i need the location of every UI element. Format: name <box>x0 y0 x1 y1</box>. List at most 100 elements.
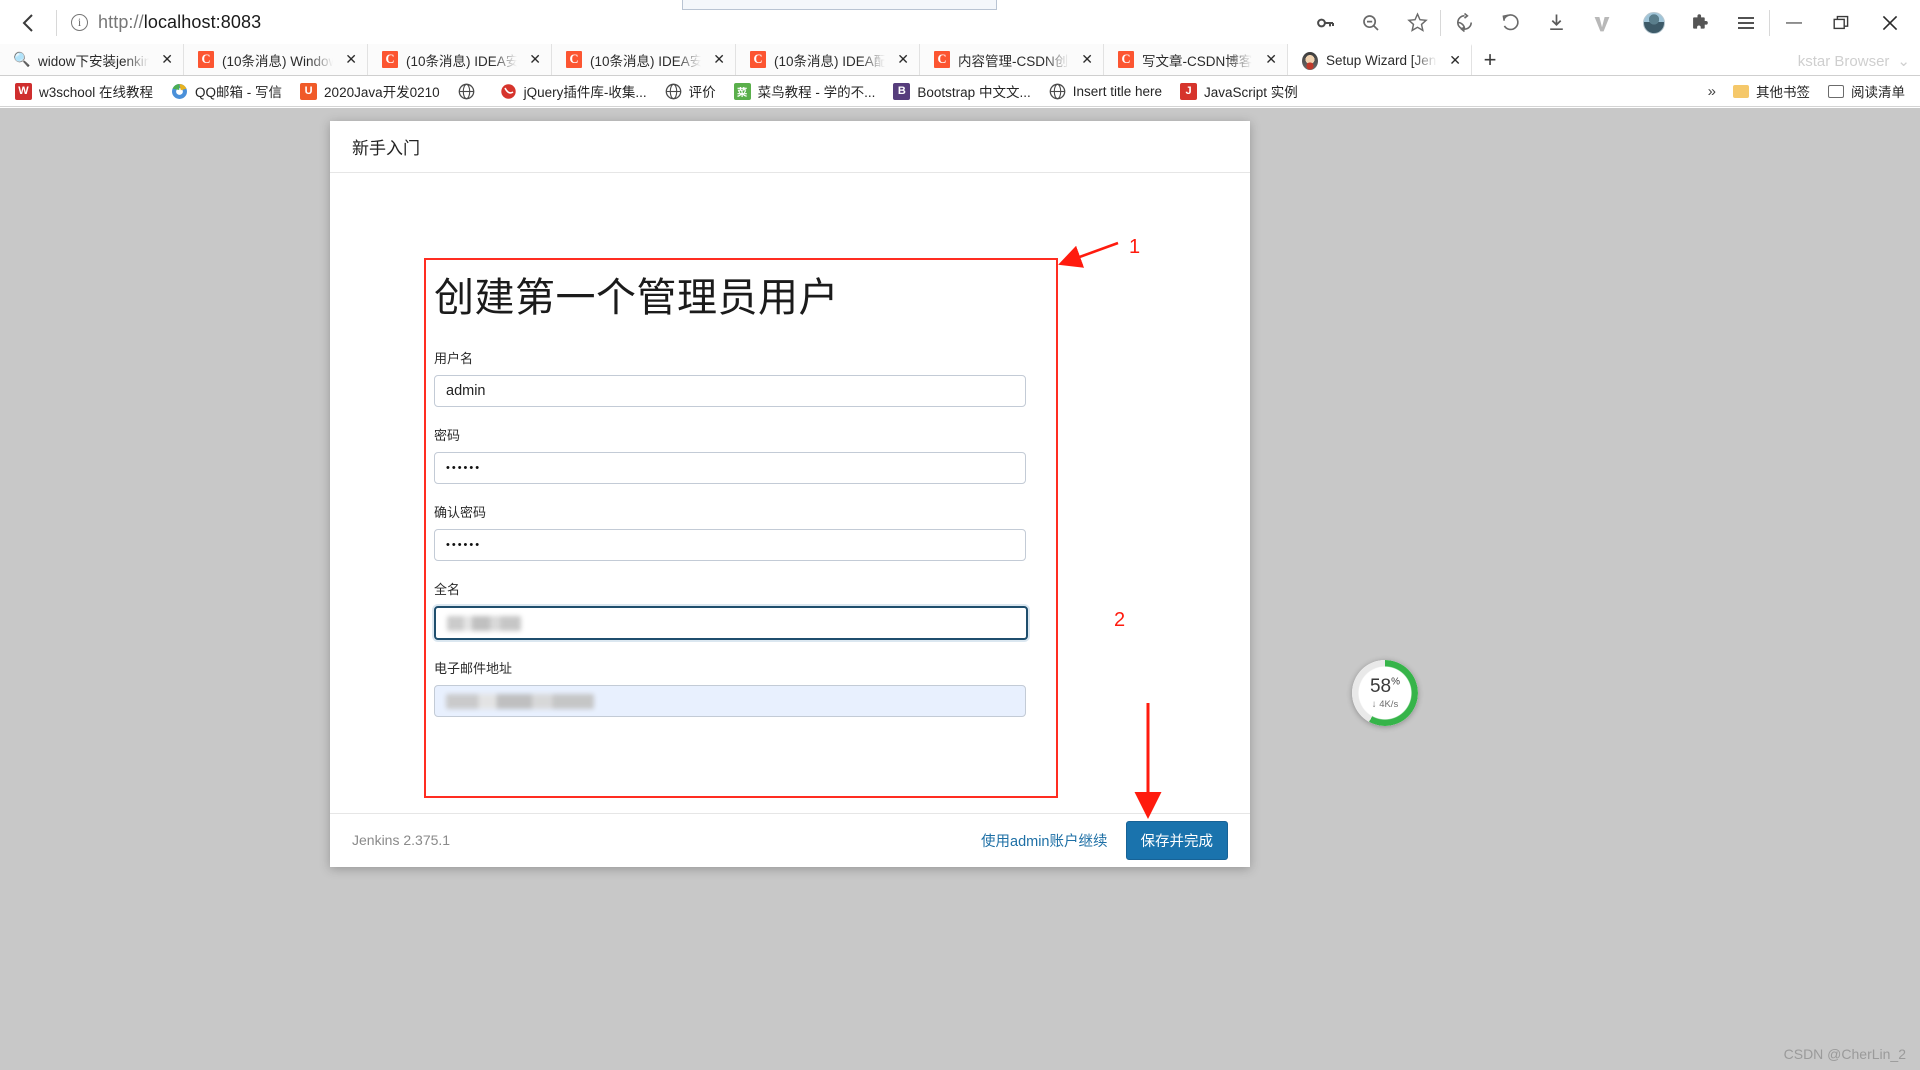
redacted-fullname-value <box>447 615 521 631</box>
email-input[interactable] <box>434 685 1026 717</box>
bookmark-label: 2020Java开发0210 <box>324 85 440 100</box>
tab-close-icon[interactable]: ✕ <box>1261 51 1277 68</box>
tab-close-icon[interactable]: ✕ <box>341 51 357 68</box>
csdn-watermark: CSDN @CherLin_2 <box>1783 1046 1906 1062</box>
jenkins-icon <box>1302 51 1318 70</box>
password-input[interactable]: •••••• <box>434 452 1026 484</box>
browser-tab-8-active[interactable]: Setup Wizard [Jenkins] ✕ <box>1288 44 1472 75</box>
field-label: 密码 <box>434 428 461 443</box>
jenkins-setup-dialog: 新手入门 创建第一个管理员用户 用户名 admin 密码 •••••• 确认密码… <box>330 121 1250 867</box>
dialog-footer: Jenkins 2.375.1 使用admin账户继续 保存并完成 <box>330 813 1250 866</box>
browser-tab-1[interactable]: 🔍 widow下安装jenkins ✕ <box>0 44 184 75</box>
toolbar-icon-group <box>1302 0 1631 45</box>
reading-list-item[interactable]: 阅读清单 <box>1819 78 1914 104</box>
close-button[interactable] <box>1866 0 1914 45</box>
username-input[interactable]: admin <box>434 375 1026 407</box>
field-label: 全名 <box>434 582 461 597</box>
bookmark-item[interactable]: QQ邮箱 - 写信 <box>162 78 291 104</box>
globe-icon-2 <box>664 82 682 100</box>
profile-avatar[interactable] <box>1631 0 1677 45</box>
tab-strip: 🔍 widow下安装jenkins ✕ C (10条消息) Windows ✕ … <box>0 44 1920 76</box>
bookmark-item[interactable]: jQuery插件库-收集... <box>491 78 656 104</box>
menu-hamburger-icon[interactable] <box>1723 0 1769 45</box>
logo-v-icon[interactable] <box>1579 0 1625 45</box>
site-info-icon[interactable]: i <box>71 14 88 31</box>
tab-close-icon[interactable]: ✕ <box>157 51 173 68</box>
dialog-header: 新手入门 <box>330 121 1250 173</box>
brand-label: kstar Browser <box>1797 52 1890 70</box>
csdn-icon: C <box>1118 51 1134 68</box>
confirm-password-input[interactable]: •••••• <box>434 529 1026 561</box>
bookmark-label: Bootstrap 中文文... <box>917 85 1031 100</box>
address-text: http://localhost:8083 <box>98 12 261 33</box>
bookmark-item[interactable] <box>449 80 491 103</box>
restore-button[interactable] <box>1818 0 1866 45</box>
new-tab-button[interactable]: + <box>1472 44 1508 75</box>
field-fullname: 全名 <box>434 579 1048 640</box>
bookmark-label: QQ邮箱 - 写信 <box>195 85 283 100</box>
bookmark-label: Insert title here <box>1072 83 1162 99</box>
bookmark-item[interactable]: Insert title here <box>1040 80 1171 103</box>
bookmark-star-icon[interactable] <box>1394 0 1440 45</box>
bookmark-item[interactable]: 评价 <box>656 78 725 104</box>
tab-title: (10条消息) IDEA安装 <box>590 53 701 69</box>
rate-value: 4K/s <box>1379 698 1399 710</box>
bookmark-item[interactable]: U 2020Java开发0210 <box>291 78 449 104</box>
field-confirm-password: 确认密码 •••••• <box>434 502 1048 561</box>
folder-icon <box>1733 84 1749 98</box>
sync-refresh-icon[interactable] <box>1441 0 1487 45</box>
bookmark-item[interactable]: W w3school 在线教程 <box>6 78 162 104</box>
field-email: 电子邮件地址 <box>434 658 1048 717</box>
tab-close-icon[interactable]: ✕ <box>1077 51 1093 68</box>
browser-tab-3[interactable]: C (10条消息) IDEA安装 ✕ <box>368 44 552 75</box>
url-host: localhost:8083 <box>143 12 262 32</box>
save-and-finish-button[interactable]: 保存并完成 <box>1125 820 1228 860</box>
globe-icon <box>457 82 475 100</box>
field-label: 用户名 <box>434 351 474 366</box>
bookmark-label: JavaScript 实例 <box>1204 85 1298 100</box>
field-username: 用户名 admin <box>434 348 1048 407</box>
other-bookmarks-folder[interactable]: 其他书签 <box>1724 78 1819 104</box>
qqmail-icon <box>171 82 189 100</box>
browser-tab-7[interactable]: C 写文章-CSDN博客 ✕ <box>1104 44 1288 75</box>
percent-value: 58 <box>1369 675 1392 697</box>
password-key-icon[interactable] <box>1302 0 1348 45</box>
fullname-input[interactable] <box>434 606 1028 640</box>
history-icon[interactable] <box>1487 0 1533 45</box>
download-speed-widget[interactable]: 58% ↓ 4K/s <box>1352 660 1418 726</box>
annotation-red-box: 创建第一个管理员用户 用户名 admin 密码 •••••• 确认密码 ••••… <box>424 258 1058 798</box>
jenkins-version: Jenkins 2.375.1 <box>352 832 451 848</box>
browser-tab-6[interactable]: C 内容管理-CSDN创作 ✕ <box>920 44 1104 75</box>
tab-close-icon[interactable]: ✕ <box>709 51 725 68</box>
browser-tab-2[interactable]: C (10条消息) Windows ✕ <box>184 44 368 75</box>
dropdown-ghost-overlay <box>682 0 997 10</box>
redacted-email-value <box>446 693 594 709</box>
browser-window: i http://localhost:8083 — 🔍 widow下安装jenk… <box>0 0 1920 1070</box>
minimize-button[interactable]: — <box>1770 0 1818 45</box>
zoom-out-icon[interactable] <box>1348 0 1394 45</box>
tab-title: (10条消息) IDEA配置 <box>774 53 885 69</box>
extensions-puzzle-icon[interactable] <box>1677 0 1723 45</box>
address-bar[interactable]: i http://localhost:8083 <box>57 0 1302 45</box>
bookmarks-overflow-icon[interactable]: » <box>1700 83 1724 100</box>
page-title: 创建第一个管理员用户 <box>434 276 839 320</box>
tab-title: Setup Wizard [Jenkins] <box>1326 53 1437 68</box>
bookmark-item[interactable]: J JavaScript 实例 <box>1171 78 1307 104</box>
other-bookmarks-label: 其他书签 <box>1756 85 1810 100</box>
w3school-icon: W <box>15 82 32 100</box>
back-button[interactable] <box>0 0 56 45</box>
csdn-icon: C <box>934 51 950 68</box>
tab-close-icon[interactable]: ✕ <box>525 51 541 68</box>
csdn-icon: C <box>198 51 214 68</box>
browser-tab-5[interactable]: C (10条消息) IDEA配置 ✕ <box>736 44 920 75</box>
continue-as-admin-link[interactable]: 使用admin账户继续 <box>981 830 1108 851</box>
bookmark-item[interactable]: B Bootstrap 中文文... <box>884 78 1039 104</box>
tab-close-icon[interactable]: ✕ <box>1445 52 1461 69</box>
reading-list-icon <box>1828 84 1844 98</box>
tab-close-icon[interactable]: ✕ <box>893 51 909 68</box>
download-icon[interactable] <box>1533 0 1579 45</box>
bookmarks-bar: W w3school 在线教程 QQ邮箱 - 写信 U 2020Java开发02… <box>0 76 1920 107</box>
bookmark-item[interactable]: 菜 菜鸟教程 - 学的不... <box>725 78 885 104</box>
browser-tab-4[interactable]: C (10条消息) IDEA安装 ✕ <box>552 44 736 75</box>
bookmark-label: 评价 <box>688 85 716 100</box>
